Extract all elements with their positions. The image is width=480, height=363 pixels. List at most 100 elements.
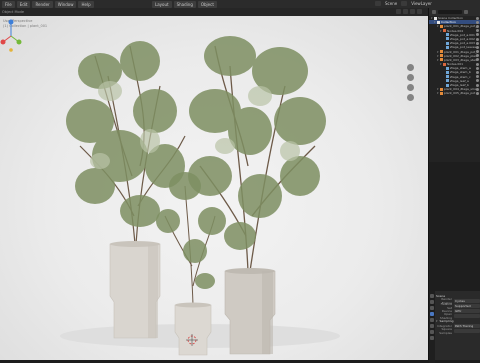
mesh-icon [446,33,449,37]
rendered-shading-button[interactable] [417,9,422,14]
obj-icon [440,54,443,58]
device-select[interactable]: GPU [454,308,480,313]
z-axis-icon[interactable] [8,19,14,25]
zoom-icon[interactable] [407,64,414,71]
mesh-icon [446,70,449,74]
tab-object[interactable]: Object [197,1,217,8]
obj-icon [440,58,443,62]
scene-name[interactable]: Scene [385,1,397,6]
visibility-eye-icon[interactable] [476,37,479,41]
visibility-eye-icon[interactable] [476,16,479,20]
obj-icon [440,24,443,28]
outliner-row[interactable]: ▾ plant_005_Zlaga_pot [429,91,480,95]
outliner: ▾ Scene Collection ▾ Collection ▾ plant_001_Z… [429,16,480,162]
x-axis-icon[interactable] [0,39,6,45]
mod-icon [443,62,446,66]
scene-tab-icon[interactable] [430,312,434,316]
camera-icon[interactable] [407,84,414,91]
menu-edit[interactable]: Edit [16,1,31,8]
visibility-eye-icon[interactable] [476,29,479,33]
feature-set-select[interactable]: Supported [454,303,480,308]
small-pot [174,302,212,356]
solid-shading-button[interactable] [403,9,408,14]
mesh-icon [446,45,449,49]
filter-icon[interactable] [464,10,468,14]
output-tab-icon[interactable] [430,306,434,310]
open-shading-checkbox[interactable] [454,313,480,318]
menu-window[interactable]: Window [54,1,77,8]
square-samples-checkbox[interactable] [454,328,480,333]
visibility-eye-icon[interactable] [476,83,479,87]
property-key: Square Samples [439,326,452,335]
navigation-gizmo[interactable] [0,16,22,56]
render-engine-select[interactable]: Cycles [454,298,480,303]
visibility-eye-icon[interactable] [476,45,479,49]
display-mode-icon[interactable] [432,10,436,14]
mesh-icon [446,41,449,45]
pan-icon[interactable] [407,74,414,81]
ortho-toggle-icon[interactable] [407,94,414,101]
render-tab-icon[interactable] [430,300,434,304]
coll-icon [434,16,437,20]
mesh-icon [446,83,449,87]
outliner-row-label: plant_005_Zlaga_pot [444,91,476,96]
scene-selector: Scene ViewLayer [375,1,432,6]
chevron-down-icon: ▾ [436,318,438,323]
shading-buttons [396,9,422,14]
visibility-eye-icon[interactable] [476,71,479,75]
mod-icon [443,29,446,33]
world-tab-icon[interactable] [430,318,434,322]
menu-render[interactable]: Render [32,1,53,8]
mesh-icon [446,66,449,70]
menu-file[interactable]: File [2,1,15,8]
visibility-eye-icon[interactable] [476,33,479,37]
left-pot [109,241,161,339]
visibility-eye-icon[interactable] [476,75,479,79]
tab-layout[interactable]: Layout [152,1,172,8]
right-pot [224,268,276,355]
object-tab-icon[interactable] [430,324,434,328]
scene-render [60,36,340,356]
obj-icon [440,91,443,95]
panel-divider [429,162,480,291]
property-row: Feature Set Supported [436,302,480,310]
wireframe-shading-button[interactable] [396,9,401,14]
modifier-tab-icon[interactable] [430,330,434,334]
viewport-header: Object Mode [0,8,428,16]
visibility-eye-icon[interactable] [476,66,479,70]
visibility-eye-icon[interactable] [476,24,479,28]
mesh-icon [446,37,449,41]
3d-viewport[interactable]: User Perspective (1) Collection | plant_… [0,16,428,360]
neg-axis-icon[interactable] [9,48,13,52]
visibility-eye-icon[interactable] [476,87,479,91]
mode-label[interactable]: Object Mode [2,10,24,14]
mesh-icon [446,75,449,79]
tool-tab-icon[interactable] [430,294,434,298]
material-tab-icon[interactable] [430,336,434,340]
main-menu: File Edit Render Window Help [2,1,94,8]
right-panel: ▾ Scene Collection ▾ Collection ▾ plant_001_Z… [428,8,480,363]
outliner-header [429,8,480,16]
properties-body: Scene Render Engine Cycles Feature Set S… [436,293,480,335]
visibility-eye-icon[interactable] [476,62,479,66]
integrator-select[interactable]: Path Tracing [454,323,480,328]
section-title: Sampling [439,318,454,323]
obj-icon [440,50,443,53]
visibility-eye-icon[interactable] [476,41,479,45]
visibility-eye-icon[interactable] [476,91,479,95]
coll-icon [437,20,440,24]
y-axis-icon[interactable] [16,39,22,45]
viewport-nav-buttons [407,64,414,101]
visibility-eye-icon[interactable] [476,20,479,24]
view-layer-name[interactable]: ViewLayer [411,1,432,6]
outliner-search[interactable] [438,10,462,14]
tab-shading[interactable]: Shading [173,1,196,8]
obj-icon [440,87,443,91]
properties-editor: Scene Render Engine Cycles Feature Set S… [429,291,480,363]
visibility-eye-icon[interactable] [476,54,479,58]
property-row: Square Samples [436,326,480,335]
menu-help[interactable]: Help [78,1,94,8]
visibility-eye-icon[interactable] [476,79,479,83]
material-shading-button[interactable] [410,9,415,14]
properties-tabs [429,291,435,363]
